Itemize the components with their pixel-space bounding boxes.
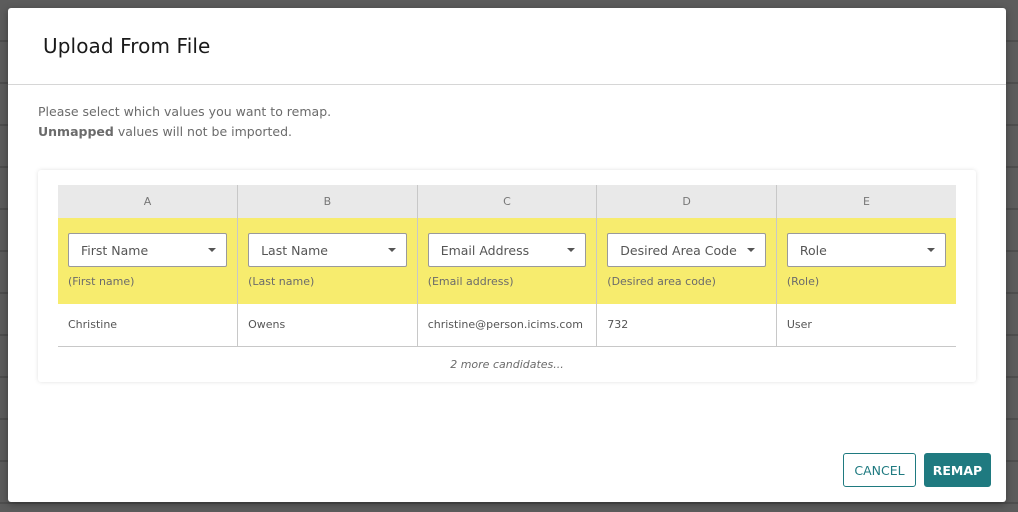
select-value: Last Name: [261, 242, 328, 258]
select-value: Role: [799, 242, 827, 258]
sample-cell-d: 732: [596, 304, 777, 347]
instruction-line-2: Unmapped values will not be imported.: [38, 122, 331, 142]
remap-button[interactable]: REMAP: [924, 453, 991, 487]
original-header-label: (First name): [68, 275, 135, 288]
caret-down-icon: [567, 248, 576, 252]
mapping-card: A B C D E First Name (First name) Last N…: [38, 170, 976, 382]
field-select-a[interactable]: First Name: [68, 233, 228, 267]
field-select-e[interactable]: Role: [786, 233, 946, 267]
instructions: Please select which values you want to r…: [38, 102, 331, 142]
caret-down-icon: [746, 248, 755, 252]
table-row: Christine Owens christine@person.icims.c…: [58, 304, 956, 347]
sample-cell-e: User: [775, 304, 956, 347]
original-header-label: (Role): [786, 275, 820, 288]
column-header-d: D: [596, 185, 777, 218]
caret-down-icon: [387, 248, 396, 252]
sample-cell-a: Christine: [58, 304, 238, 347]
field-select-b[interactable]: Last Name: [248, 233, 407, 267]
column-header-c: C: [416, 185, 597, 218]
select-value: First Name: [81, 242, 149, 258]
column-header-b: B: [237, 185, 418, 218]
mapping-row: First Name (First name) Last Name (Last …: [58, 218, 956, 304]
dialog-header: Upload From File: [8, 8, 1006, 85]
original-header-label: (Last name): [248, 275, 315, 288]
mapping-cell-d: Desired Area Code (Desired area code): [596, 218, 777, 304]
field-select-d[interactable]: Desired Area Code: [607, 233, 766, 267]
cancel-button[interactable]: CANCEL: [843, 453, 916, 487]
mapping-cell-e: Role (Role): [775, 218, 956, 304]
mapping-table: A B C D E First Name (First name) Last N…: [58, 185, 956, 347]
instruction-rest: values will not be imported.: [113, 124, 292, 139]
dialog-footer: CANCEL REMAP: [843, 453, 991, 487]
original-header-label: (Email address): [427, 275, 514, 288]
more-candidates-text: 2 more candidates...: [450, 358, 564, 371]
original-header-label: (Desired area code): [607, 275, 716, 288]
column-letter-row: A B C D E: [58, 185, 956, 218]
sample-cell-c: christine@person.icims.com: [416, 304, 597, 347]
caret-down-icon: [927, 248, 935, 252]
dialog-title: Upload From File: [43, 34, 211, 58]
instruction-bold: Unmapped: [38, 124, 114, 139]
instruction-line-1: Please select which values you want to r…: [38, 104, 332, 119]
column-header-e: E: [775, 185, 956, 218]
upload-from-file-dialog: Upload From File Please select which val…: [8, 8, 1006, 502]
column-header-a: A: [58, 185, 238, 218]
select-value: Desired Area Code: [620, 242, 737, 258]
select-value: Email Address: [440, 242, 530, 258]
mapping-cell-a: First Name (First name): [58, 218, 238, 304]
caret-down-icon: [208, 248, 217, 252]
mapping-cell-c: Email Address (Email address): [416, 218, 597, 304]
mapping-cell-b: Last Name (Last name): [237, 218, 418, 304]
sample-cell-b: Owens: [237, 304, 418, 347]
field-select-c[interactable]: Email Address: [427, 233, 587, 267]
